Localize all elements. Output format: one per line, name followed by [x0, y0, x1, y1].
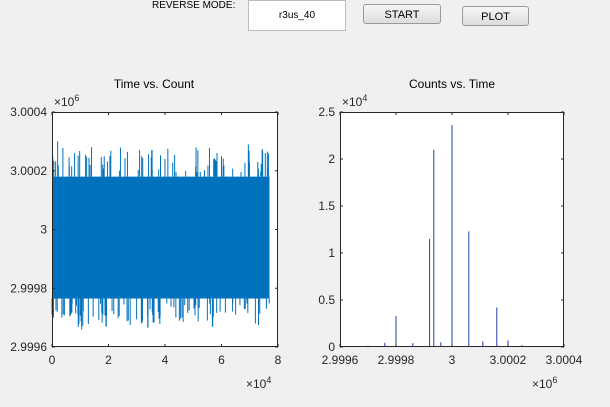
x-tick-label: 8 — [275, 353, 282, 367]
plots-area: 0 2 4 6 8 2.9996 2.9998 3 3.0002 3.0004 Time vs. C… — [0, 0, 610, 402]
x-tick-label: 4 — [162, 353, 169, 367]
x-tick-label: 2 — [105, 353, 112, 367]
y-exponent-label: ×104 — [342, 93, 367, 109]
x-tick-label: 0 — [49, 353, 56, 367]
y-tick-label: 1.5 — [318, 199, 335, 213]
x-tick-label: 3 — [449, 353, 456, 367]
y-tick-label: 0.5 — [318, 293, 335, 307]
y-tick-label: 2.9998 — [10, 281, 47, 295]
y-tick-label: 3.0002 — [10, 164, 47, 178]
chart-title-1: Time vs. Count — [114, 77, 195, 91]
y-tick-label: 2 — [328, 152, 335, 166]
x-tick-label: 3.0002 — [490, 353, 527, 367]
x-tick-label: 2.9996 — [322, 353, 359, 367]
y-tick-label: 2.5 — [318, 105, 335, 119]
y-tick-label: 3 — [40, 223, 47, 237]
y-tick-label: 3.0004 — [10, 105, 47, 119]
y-tick-label: 0 — [328, 340, 335, 354]
x-tick-label: 3.0004 — [546, 353, 583, 367]
y-tick-label: 2.9996 — [10, 340, 47, 354]
y-tick-label: 1 — [328, 246, 335, 260]
x-exponent-label: ×106 — [532, 375, 557, 391]
y-exponent-label: ×106 — [54, 93, 79, 109]
dense-signal-band — [52, 176, 270, 299]
x-tick-label: 2.9998 — [378, 353, 415, 367]
chart-title-2: Counts vs. Time — [409, 77, 495, 91]
x-exponent-label: ×104 — [246, 375, 271, 391]
plots-svg: 0 2 4 6 8 2.9996 2.9998 3 3.0002 3.0004 Time vs. C… — [10, 77, 583, 391]
x-tick-label: 6 — [218, 353, 225, 367]
